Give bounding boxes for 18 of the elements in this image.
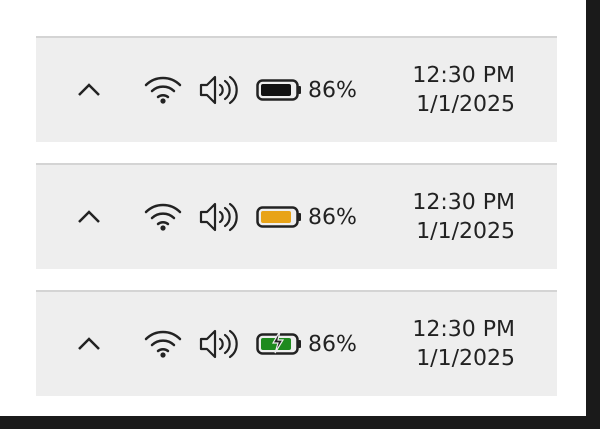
clock-date[interactable]: 1/1/2025 [416, 92, 515, 117]
chevron-up-icon[interactable] [76, 209, 102, 225]
wifi-icon[interactable] [144, 329, 182, 359]
clock-time[interactable]: 12:30 PM [412, 63, 515, 88]
battery-percentage: 86% [308, 332, 358, 356]
wifi-icon[interactable] [144, 75, 182, 105]
battery-percentage: 86% [308, 78, 358, 102]
chevron-up-icon[interactable] [76, 82, 102, 98]
speaker-icon[interactable] [198, 200, 238, 234]
clock-time[interactable]: 12:30 PM [412, 190, 515, 215]
chevron-up-icon[interactable] [76, 336, 102, 352]
clock-date[interactable]: 1/1/2025 [416, 219, 515, 244]
clock-date[interactable]: 1/1/2025 [416, 346, 515, 371]
battery-percentage: 86% [308, 204, 358, 230]
speaker-icon[interactable] [198, 327, 238, 361]
wifi-icon[interactable] [144, 202, 182, 232]
clock-time[interactable]: 12:30 PM [412, 317, 515, 342]
speaker-icon[interactable] [198, 73, 238, 107]
